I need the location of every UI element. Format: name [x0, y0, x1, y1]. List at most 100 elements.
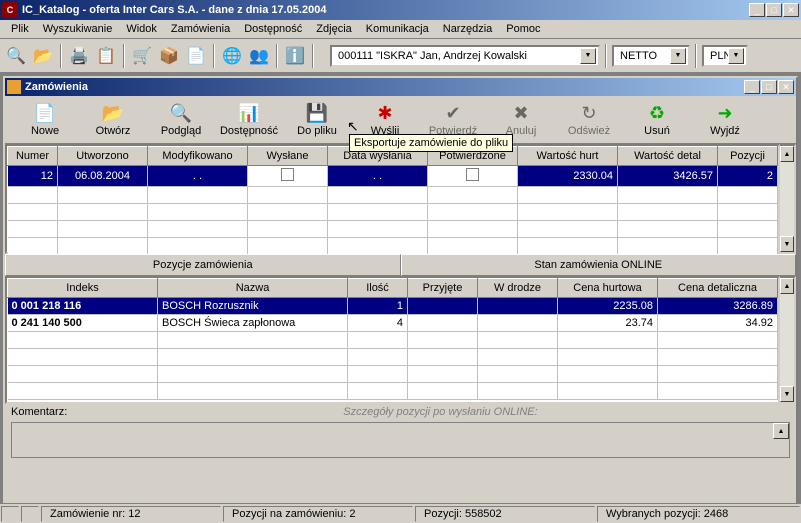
podglad-button[interactable]: 🔍Podgląd [147, 98, 215, 142]
empty-row [8, 187, 778, 204]
folder-icon[interactable]: 📂 [31, 44, 55, 68]
col-cena-hurtowa[interactable]: Cena hurtowa [558, 279, 658, 298]
cart-new-icon[interactable]: 🛒 [130, 44, 154, 68]
mdi-area: Zamówienia _ □ ✕ 📄Nowe 📂Otwórz 🔍Podgląd … [0, 73, 801, 520]
titlebar: C IC_Katalog - oferta Inter Cars S.A. - … [0, 0, 801, 20]
print-icon[interactable]: 🖨️ [67, 44, 91, 68]
comment-row: Komentarz: Szczegóły pozycji po wysłaniu… [5, 404, 796, 420]
items-row[interactable]: 0 001 218 116 BOSCH Rozrusznik 1 2235.08… [8, 298, 778, 315]
menu-plik[interactable]: Plik [4, 21, 36, 37]
orders-grid[interactable]: Numer Utworzono Modyfikowano Wysłane Dat… [5, 144, 780, 254]
col-przyjete[interactable]: Przyjęte [408, 279, 478, 298]
col-wartosc-hurt[interactable]: Wartość hurt [518, 147, 618, 166]
preview-icon: 🔍 [170, 102, 192, 124]
col-indeks[interactable]: Indeks [8, 279, 158, 298]
menu-dostepnosc[interactable]: Dostępność [237, 21, 309, 37]
odswiez-button[interactable]: ↻Odśwież [555, 98, 623, 142]
menu-zdjecia[interactable]: Zdjęcia [309, 21, 358, 37]
col-wyslane[interactable]: Wysłane [248, 147, 328, 166]
menu-komunikacja[interactable]: Komunikacja [359, 21, 436, 37]
maximize-button[interactable]: □ [766, 3, 782, 17]
open-icon: 📂 [102, 102, 124, 124]
items-grid[interactable]: Indeks Nazwa Ilość Przyjęte W drodze Cen… [5, 276, 780, 404]
col-wartosc-detal[interactable]: Wartość detal [618, 147, 718, 166]
currency-combo[interactable]: PLN ▼ [702, 45, 748, 67]
col-cena-detaliczna[interactable]: Cena detaliczna [658, 279, 778, 298]
child-titlebar: Zamówienia _ □ ✕ [5, 78, 796, 96]
menu-widok[interactable]: Widok [119, 21, 164, 37]
col-pozycji[interactable]: Pozycji [718, 147, 778, 166]
orders-window-icon [7, 80, 21, 94]
items-header-row: Indeks Nazwa Ilość Przyjęte W drodze Cen… [8, 279, 778, 298]
col-utworzono[interactable]: Utworzono [58, 147, 148, 166]
scroll-up-icon[interactable]: ▲ [780, 146, 794, 162]
globe-icon[interactable]: 🌐 [220, 44, 244, 68]
empty-row [8, 349, 778, 366]
child-close-button[interactable]: ✕ [778, 80, 794, 94]
tab-stan[interactable]: Stan zamówienia ONLINE [401, 254, 797, 276]
info-icon[interactable]: ℹ️ [283, 44, 307, 68]
nowe-button[interactable]: 📄Nowe [11, 98, 79, 142]
refresh-icon: ↻ [578, 102, 600, 124]
dostepnosc-button[interactable]: 📊Dostępność [215, 98, 283, 142]
empty-row [8, 238, 778, 255]
menu-pomoc[interactable]: Pomoc [499, 21, 547, 37]
menu-narzedzia[interactable]: Narzędzia [436, 21, 500, 37]
status-zamowienie: Zamówienie nr: 12 [41, 506, 221, 522]
cart-open-icon[interactable]: 📦 [157, 44, 181, 68]
customer-dropdown-icon[interactable]: ▼ [580, 48, 596, 64]
col-numer[interactable]: Numer [8, 147, 58, 166]
print-preview-icon[interactable]: 📋 [94, 44, 118, 68]
col-w-drodze[interactable]: W drodze [478, 279, 558, 298]
child-title: Zamówienia [25, 81, 744, 93]
orders-row[interactable]: 12 06.08.2004 . . . . 2330.04 3426.57 2 [8, 166, 778, 187]
comment-textarea[interactable]: ▲ [11, 422, 790, 458]
delete-icon: ♻ [646, 102, 668, 124]
empty-row [8, 221, 778, 238]
close-button[interactable]: ✕ [783, 3, 799, 17]
customer-combo[interactable]: 000111 "ISKRA" Jan, Andrzej Kowalski ▼ [330, 45, 600, 67]
order-toolbar: 📄Nowe 📂Otwórz 🔍Podgląd 📊Dostępność 💾Do p… [5, 96, 796, 144]
new-icon: 📄 [34, 102, 56, 124]
wyslane-checkbox[interactable] [281, 168, 294, 181]
items-scrollbar[interactable]: ▲ ▼ [780, 276, 796, 404]
col-nazwa[interactable]: Nazwa [158, 279, 348, 298]
customer-value: 000111 "ISKRA" Jan, Andrzej Kowalski [334, 50, 580, 62]
scroll-down-icon[interactable]: ▼ [780, 236, 794, 252]
currency-dropdown-icon[interactable]: ▼ [728, 48, 744, 64]
empty-row [8, 383, 778, 400]
potwierdzone-checkbox[interactable] [466, 168, 479, 181]
menu-zamowienia[interactable]: Zamówienia [164, 21, 237, 37]
usun-button[interactable]: ♻Usuń [623, 98, 691, 142]
status-pozycji-na: Pozycji na zamówieniu: 2 [223, 506, 413, 522]
price-type-value: NETTO [616, 50, 670, 62]
users-icon[interactable]: 👥 [247, 44, 271, 68]
search-icon[interactable]: 🔍 [4, 44, 28, 68]
menubar: Plik Wyszukiwanie Widok Zamówienia Dostę… [0, 20, 801, 39]
price-type-dropdown-icon[interactable]: ▼ [670, 48, 686, 64]
wyjdz-button[interactable]: ➜Wyjdź [691, 98, 759, 142]
cart-view-icon[interactable]: 📄 [184, 44, 208, 68]
child-maximize-button[interactable]: □ [761, 80, 777, 94]
otworz-button[interactable]: 📂Otwórz [79, 98, 147, 142]
app-icon: C [2, 2, 18, 18]
price-type-combo[interactable]: NETTO ▼ [612, 45, 690, 67]
do-pliku-button[interactable]: 💾Do pliku [283, 98, 351, 142]
exit-icon: ➜ [714, 102, 736, 124]
menu-wyszukiwanie[interactable]: Wyszukiwanie [36, 21, 120, 37]
scroll-up-icon[interactable]: ▲ [780, 278, 794, 294]
col-ilosc[interactable]: Ilość [348, 279, 408, 298]
scroll-down-icon[interactable]: ▼ [780, 386, 794, 402]
child-minimize-button[interactable]: _ [744, 80, 760, 94]
orders-scrollbar[interactable]: ▲ ▼ [780, 144, 796, 254]
cancel-icon: ✖ [510, 102, 532, 124]
minimize-button[interactable]: _ [749, 3, 765, 17]
availability-icon: 📊 [238, 102, 260, 124]
comment-scroll-up-icon[interactable]: ▲ [773, 423, 789, 439]
empty-row [8, 332, 778, 349]
main-toolbar: 🔍 📂 🖨️ 📋 🛒 📦 📄 🌐 👥 ℹ️ 000111 "ISKRA" Jan… [0, 39, 801, 73]
orders-window: Zamówienia _ □ ✕ 📄Nowe 📂Otwórz 🔍Podgląd … [3, 76, 798, 517]
items-row[interactable]: 0 241 140 500 BOSCH Świeca zapłonowa 4 2… [8, 315, 778, 332]
tab-pozycje[interactable]: Pozycje zamówienia [5, 254, 401, 276]
col-modyfikowano[interactable]: Modyfikowano [148, 147, 248, 166]
